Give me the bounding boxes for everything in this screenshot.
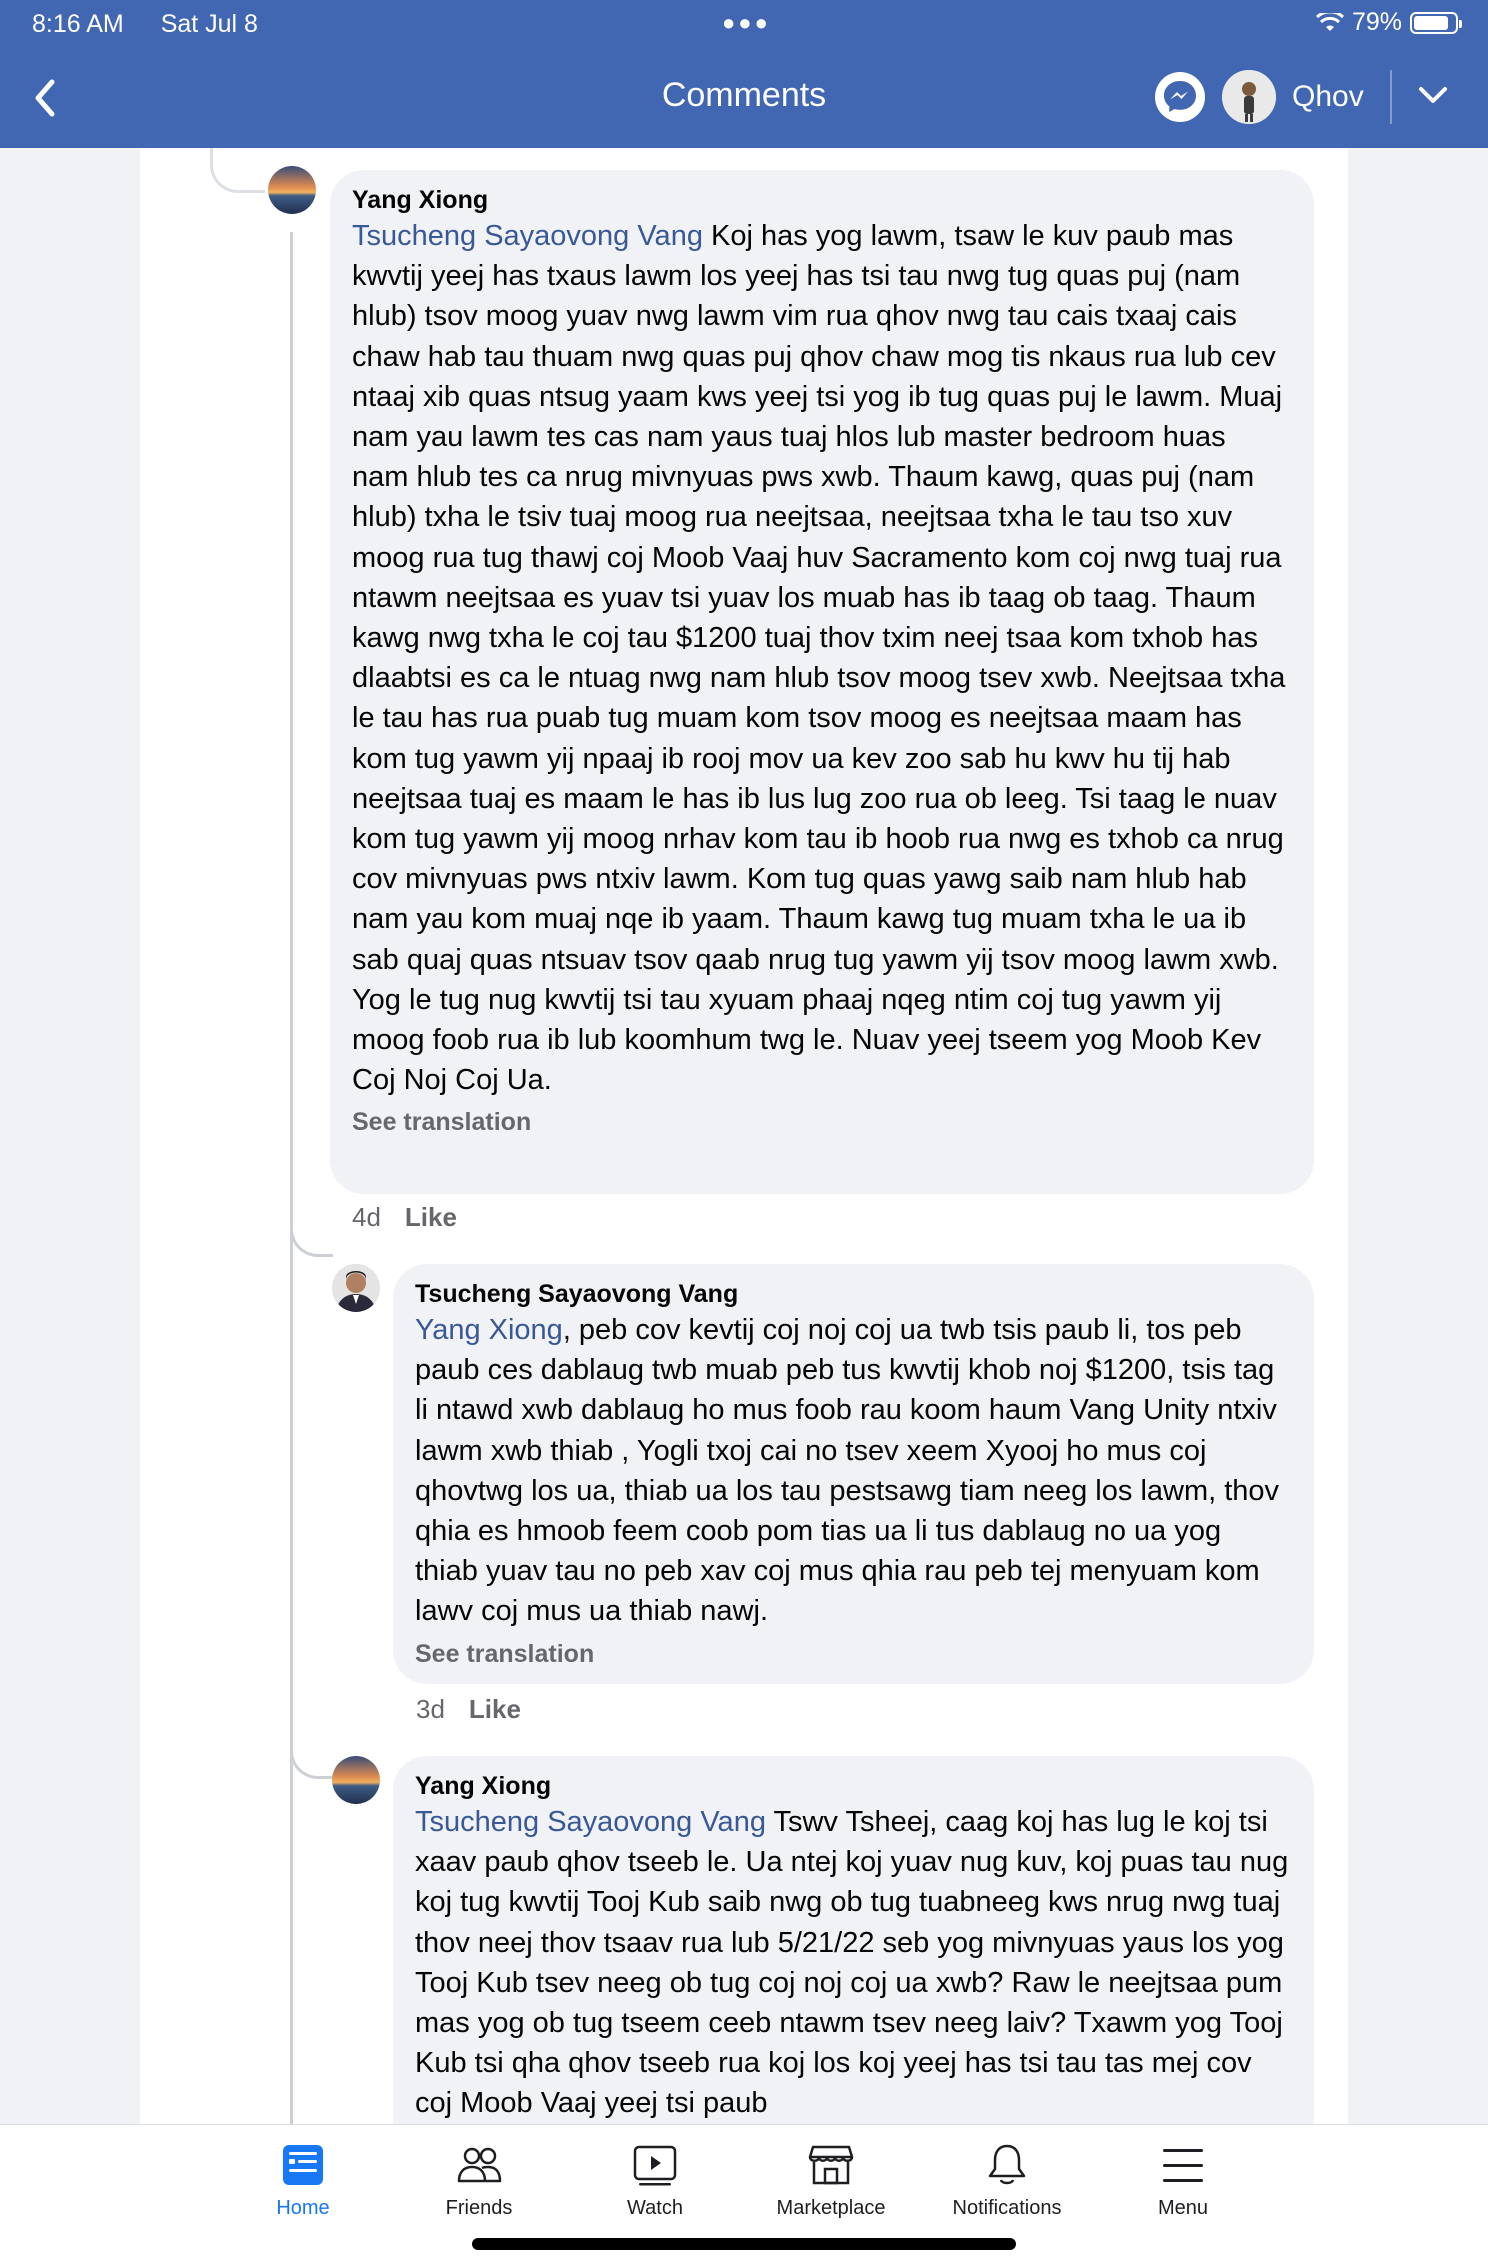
see-translation-link[interactable]: See translation <box>352 1106 1290 1138</box>
wifi-icon <box>1315 12 1344 31</box>
tab-label: Friends <box>445 2197 513 2219</box>
comment-author[interactable]: Yang Xiong <box>352 184 1290 216</box>
watch-icon <box>633 2145 677 2186</box>
comment-text: Yang Xiong, peb cov kevtij coj noj coj u… <box>415 1310 1290 1632</box>
tab-notifications[interactable]: Notifications <box>919 2141 1095 2220</box>
marketplace-icon <box>808 2145 854 2185</box>
commenter-avatar[interactable] <box>332 1264 380 1312</box>
status-date: Sat Jul 8 <box>160 10 258 38</box>
header-divider <box>1390 70 1392 124</box>
tab-label: Marketplace <box>776 2197 886 2219</box>
comment-age[interactable]: 4d <box>352 1202 381 1232</box>
like-button[interactable]: Like <box>469 1694 521 1724</box>
see-translation-link[interactable]: See translation <box>415 1638 1290 1670</box>
commenter-avatar[interactable] <box>332 1756 380 1804</box>
status-time-date: 8:16 AM Sat Jul 8 <box>32 10 288 39</box>
comment-bubble: Yang Xiong Tsucheng Sayaovong Vang Koj h… <box>330 170 1314 1194</box>
comment-meta: 4d Like <box>352 1202 457 1233</box>
tab-label: Watch <box>627 2197 683 2219</box>
tab-watch[interactable]: Watch <box>567 2141 743 2220</box>
battery-icon <box>1410 11 1462 34</box>
battery-percent: 79% <box>1351 8 1402 36</box>
app-header: 8:16 AM Sat Jul 8 ●●● 79% Comments Qhov <box>0 0 1488 148</box>
reply-bubble: Yang Xiong Tsucheng Sayaovong Vang Tswv … <box>393 1756 1314 2176</box>
tab-home[interactable]: Home <box>215 2141 391 2220</box>
tab-marketplace[interactable]: Marketplace <box>743 2141 919 2220</box>
comment-text: Tsucheng Sayaovong Vang Tswv Tsheej, caa… <box>415 1802 1290 2124</box>
comment-meta: 3d Like <box>416 1694 521 1725</box>
notifications-icon <box>988 2144 1026 2185</box>
comment-mention[interactable]: Tsucheng Sayaovong Vang <box>415 1806 766 1838</box>
status-time: 8:16 AM <box>32 10 124 38</box>
tab-friends[interactable]: Friends <box>391 2141 567 2220</box>
comment-mention[interactable]: Yang Xiong <box>415 1314 563 1346</box>
comment-age[interactable]: 3d <box>416 1694 445 1724</box>
reply-bubble: Tsucheng Sayaovong Vang Yang Xiong, peb … <box>393 1264 1314 1684</box>
like-button[interactable]: Like <box>405 1202 457 1232</box>
chevron-down-icon[interactable] <box>1416 84 1450 106</box>
commenter-avatar[interactable] <box>268 166 316 214</box>
account-avatar[interactable] <box>1222 70 1276 124</box>
multitask-dots-icon[interactable]: ●●● <box>722 10 771 36</box>
comment-author[interactable]: Yang Xiong <box>415 1770 1290 1802</box>
comment-mention[interactable]: Tsucheng Sayaovong Vang <box>352 220 703 252</box>
home-indicator[interactable] <box>472 2238 1016 2250</box>
friends-icon <box>457 2147 502 2183</box>
tab-label: Menu <box>1157 2197 1209 2219</box>
messenger-icon[interactable] <box>1155 72 1205 122</box>
reply-thread-line <box>290 232 293 2124</box>
comment-text: Tsucheng Sayaovong Vang Koj has yog lawm… <box>352 216 1290 1100</box>
comment-author[interactable]: Tsucheng Sayaovong Vang <box>415 1278 1290 1310</box>
tab-menu[interactable]: Menu <box>1095 2141 1271 2220</box>
home-icon <box>283 2145 323 2185</box>
account-name[interactable]: Qhov <box>1292 80 1364 114</box>
status-indicators: 79% <box>1315 8 1462 37</box>
comment-body: Tswv Tsheej, caag koj has lug le koj tsi… <box>415 1806 1289 2120</box>
tab-label: Home <box>276 2197 330 2219</box>
tab-label: Notifications <box>952 2197 1062 2219</box>
menu-icon <box>1163 2149 1203 2182</box>
comment-body: Koj has yog lawm, tsaw le kuv paub mas k… <box>352 220 1286 1097</box>
comment-body: , peb cov kevtij coj noj coj ua twb tsis… <box>415 1314 1280 1628</box>
